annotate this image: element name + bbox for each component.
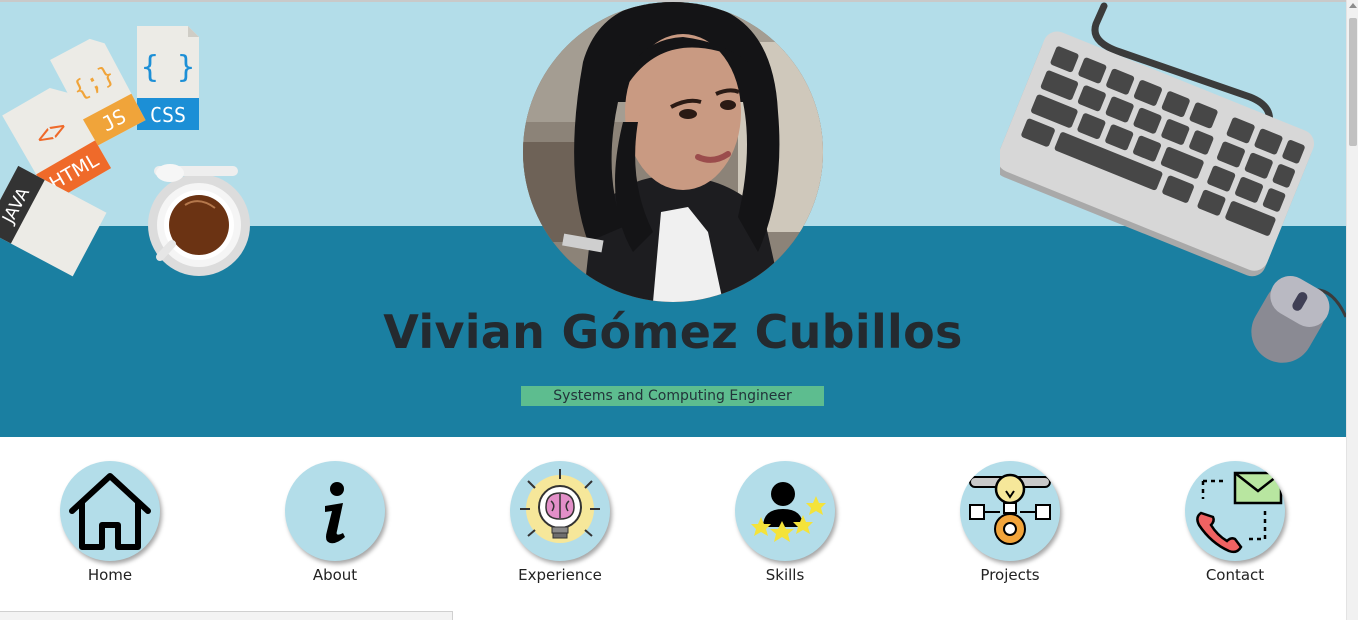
main-nav: Home About Experience Skills Projects Co… bbox=[0, 437, 1346, 620]
profile-photo-illustration bbox=[523, 2, 823, 302]
nav-item-skills[interactable]: Skills bbox=[715, 461, 855, 584]
info-icon[interactable] bbox=[285, 461, 385, 561]
nav-label-projects[interactable]: Projects bbox=[940, 566, 1080, 584]
browser-status-bar bbox=[0, 611, 453, 620]
nav-label-contact[interactable]: Contact bbox=[1165, 566, 1305, 584]
code-files-decoration: CSS { } JS {;} HTML <> JAVA bbox=[0, 26, 250, 277]
nav-label-experience[interactable]: Experience bbox=[490, 566, 630, 584]
svg-text:CSS: CSS bbox=[150, 103, 186, 127]
keyboard-icon bbox=[1000, 2, 1315, 277]
hero-name: Vivian Gómez Cubillos bbox=[383, 305, 963, 359]
home-icon[interactable] bbox=[60, 461, 160, 561]
nav-item-about[interactable]: About bbox=[265, 461, 405, 584]
portfolio-page: CSS { } JS {;} HTML <> JAVA Vivian Gómez… bbox=[0, 0, 1358, 620]
nav-label-home[interactable]: Home bbox=[40, 566, 180, 584]
scroll-up-arrow-icon[interactable] bbox=[1349, 3, 1357, 8]
vertical-scrollbar[interactable] bbox=[1346, 0, 1358, 620]
nav-item-experience[interactable]: Experience bbox=[490, 461, 630, 584]
coffee-cup-icon bbox=[148, 164, 250, 276]
nav-label-about[interactable]: About bbox=[265, 566, 405, 584]
nav-item-projects[interactable]: Projects bbox=[940, 461, 1080, 584]
scrollbar-thumb[interactable] bbox=[1349, 18, 1357, 146]
hero-header: CSS { } JS {;} HTML <> JAVA Vivian Gómez… bbox=[0, 2, 1346, 437]
brain-lightbulb-icon[interactable] bbox=[510, 461, 610, 561]
css-file-icon: CSS { } bbox=[137, 26, 199, 130]
nav-item-contact[interactable]: Contact bbox=[1165, 461, 1305, 584]
person-stars-icon[interactable] bbox=[735, 461, 835, 561]
svg-text:{ }: { } bbox=[141, 50, 195, 85]
lightbulb-gear-icon[interactable] bbox=[960, 461, 1060, 561]
phone-envelope-icon[interactable] bbox=[1185, 461, 1285, 561]
nav-item-home[interactable]: Home bbox=[40, 461, 180, 584]
nav-label-skills[interactable]: Skills bbox=[715, 566, 855, 584]
profile-photo bbox=[523, 2, 823, 302]
hero-subtitle: Systems and Computing Engineer bbox=[521, 386, 824, 406]
